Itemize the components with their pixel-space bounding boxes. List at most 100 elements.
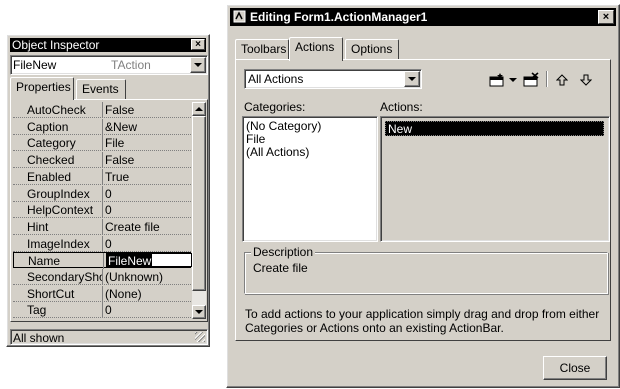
property-value[interactable]: 0 [105, 236, 189, 252]
description-group: Description Create file [244, 245, 608, 294]
column-divider[interactable] [102, 185, 103, 202]
categories-list[interactable]: (No Category) File (All Actions) [242, 116, 378, 242]
column-divider[interactable] [102, 269, 103, 285]
property-row[interactable]: ShortCut (None) [13, 285, 191, 302]
property-value[interactable]: False [105, 152, 189, 168]
property-value[interactable]: File [105, 135, 189, 151]
property-name: Hint [27, 219, 49, 234]
column-divider[interactable] [102, 118, 103, 135]
status-bar: All shown [10, 329, 208, 345]
property-name: Checked [27, 153, 75, 168]
column-divider[interactable] [102, 285, 103, 302]
scroll-thumb[interactable] [192, 116, 206, 291]
property-name: Category [27, 136, 76, 151]
property-row[interactable]: Tag 0 [13, 302, 191, 319]
object-selector-combo[interactable]: FileNew TAction [10, 55, 208, 75]
object-inspector-window: Object Inspector × FileNew TAction Prope… [6, 34, 210, 347]
property-row[interactable]: HelpContext 0 [13, 202, 191, 219]
description-text: Create file [253, 261, 308, 275]
dialog-titlebar[interactable]: Editing Form1.ActionManager1 × [230, 8, 616, 26]
property-value[interactable]: 0 [105, 202, 189, 218]
chevron-down-icon[interactable] [190, 57, 206, 73]
app-icon [233, 10, 246, 23]
dialog-title: Editing Form1.ActionManager1 [250, 10, 428, 24]
actions-label: Actions: [380, 100, 423, 114]
move-down-icon[interactable] [576, 70, 596, 90]
property-name: GroupIndex [27, 186, 90, 201]
property-row[interactable]: SecondaryShortCuts(Unknown) [13, 269, 191, 285]
column-divider[interactable] [102, 202, 103, 219]
property-name: AutoCheck [27, 103, 86, 117]
property-row[interactable]: Caption &New [13, 118, 191, 135]
property-value[interactable]: (Unknown) [105, 269, 189, 285]
property-value-selection: FileNew [107, 254, 153, 268]
property-value[interactable]: 0 [105, 302, 189, 318]
actions-list[interactable]: New [380, 116, 610, 242]
help-text: To add actions to your application simpl… [245, 307, 600, 335]
description-label: Description [251, 245, 316, 259]
scroll-up-icon[interactable] [192, 102, 206, 116]
tab-toolbars[interactable]: Toolbars [235, 39, 289, 60]
property-name: Enabled [27, 169, 72, 184]
object-name: FileNew [13, 58, 57, 72]
property-name: HelpContext [27, 203, 94, 218]
property-value[interactable]: (None) [105, 286, 189, 302]
action-filter-value: All Actions [248, 72, 304, 86]
category-item[interactable]: (All Actions) [246, 146, 309, 159]
property-grid: AutoCheck False Caption &New Category File Che… [10, 99, 208, 322]
object-inspector-titlebar[interactable]: Object Inspector × [10, 38, 206, 52]
column-divider[interactable] [102, 152, 103, 169]
property-row[interactable]: Hint Create file [13, 218, 191, 235]
tab-actions[interactable]: Actions [289, 37, 343, 61]
action-item[interactable]: New [385, 121, 604, 136]
close-icon[interactable]: × [598, 10, 614, 24]
delete-action-icon[interactable] [520, 70, 542, 90]
column-divider[interactable] [102, 168, 103, 185]
object-type: TAction [111, 58, 151, 72]
column-divider[interactable] [102, 135, 103, 152]
object-inspector-title: Object Inspector [12, 38, 100, 52]
property-value[interactable]: True [105, 169, 189, 185]
move-up-icon[interactable] [552, 70, 572, 90]
property-value-editor[interactable]: FileNew [106, 253, 192, 268]
property-row[interactable]: AutoCheck False [13, 102, 191, 118]
property-row[interactable]: GroupIndex 0 [13, 185, 191, 202]
tab-options[interactable]: Options [345, 39, 399, 60]
property-value[interactable]: &New [105, 119, 189, 135]
property-name: SecondaryShortCuts [27, 270, 103, 284]
vertical-scrollbar[interactable] [192, 102, 206, 319]
status-text: All shown [13, 331, 65, 345]
property-row[interactable]: Category File [13, 135, 191, 152]
close-button[interactable]: Close [543, 356, 607, 380]
property-name: ShortCut [27, 286, 75, 301]
property-name: Tag [27, 303, 47, 318]
chevron-down-icon[interactable] [404, 71, 420, 87]
toolbar-separator [546, 71, 548, 87]
close-icon[interactable]: × [191, 39, 205, 50]
column-divider[interactable] [102, 302, 103, 319]
property-row[interactable]: Checked False [13, 152, 191, 169]
action-manager-editor-window: Editing Form1.ActionManager1 × Toolbars … [226, 4, 620, 388]
new-action-dropdown-icon[interactable] [508, 70, 518, 90]
resize-grip-icon[interactable] [195, 332, 205, 342]
column-divider[interactable] [102, 218, 103, 235]
new-action-icon[interactable] [486, 70, 508, 90]
property-name: ImageIndex [27, 236, 90, 251]
property-row[interactable]: Name FileNew [13, 252, 192, 270]
action-filter-combo[interactable]: All Actions [244, 69, 422, 89]
actions-tab-page: All Actions Categories: Actions: (No Cat… [235, 59, 611, 341]
property-value[interactable]: Create file [105, 219, 189, 235]
property-row[interactable]: ImageIndex 0 [13, 235, 191, 252]
categories-label: Categories: [244, 100, 306, 114]
scroll-down-icon[interactable] [192, 305, 206, 319]
property-row[interactable]: Enabled True [13, 168, 191, 185]
property-name: Caption [27, 119, 69, 134]
column-divider[interactable] [102, 235, 103, 252]
column-divider[interactable] [102, 102, 103, 118]
column-divider[interactable] [103, 253, 104, 270]
property-value[interactable]: False [105, 102, 189, 118]
tab-properties[interactable]: Properties [10, 77, 74, 100]
tab-events[interactable]: Events [76, 79, 126, 99]
property-value[interactable]: 0 [105, 186, 189, 202]
property-name: Name [28, 254, 61, 269]
